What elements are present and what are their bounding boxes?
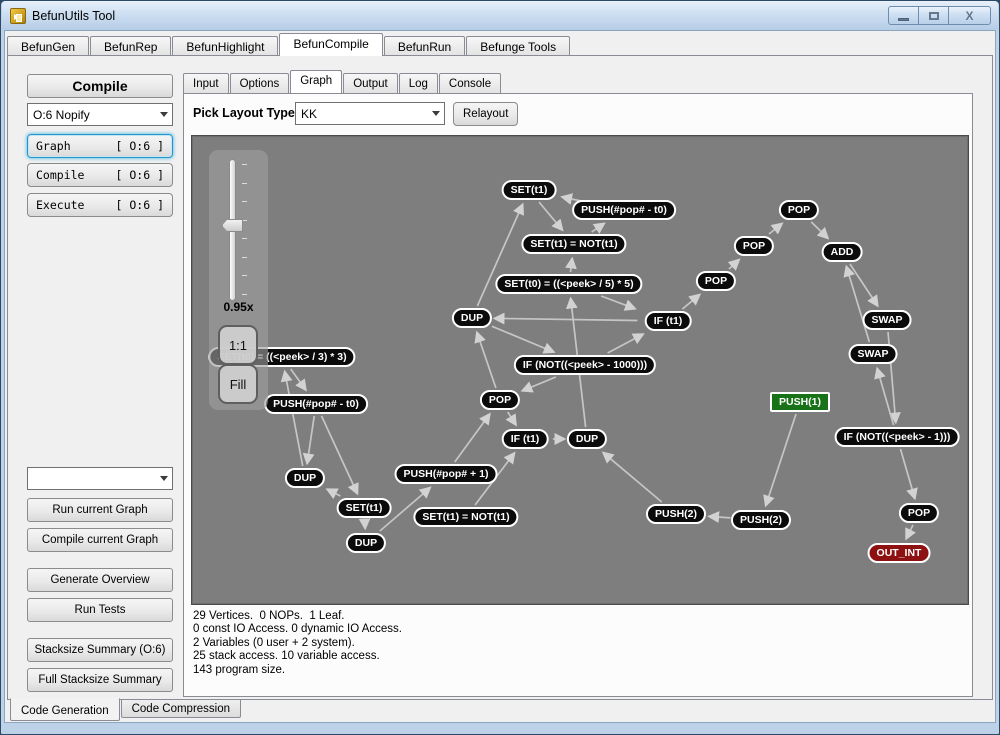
compile-header-button[interactable]: Compile [27, 74, 173, 98]
compile-tab-options[interactable]: Options [230, 73, 290, 93]
graph-canvas[interactable]: 0.95x 1:1 Fill SET(t1) PUSH(#pop# - t0) PO… [191, 135, 969, 605]
graph-node[interactable]: OUT_INT [868, 543, 931, 563]
graph-statistics: 29 Vertices. 0 NOPs. 1 Leaf.0 const IO A… [193, 610, 402, 677]
window-client-area: BefunGenBefunRepBefunHighlightBefunCompi… [4, 30, 996, 723]
main-tab-strip: BefunGenBefunRepBefunHighlightBefunCompi… [7, 33, 993, 56]
bottom-tab-code-generation[interactable]: Code Generation [10, 698, 120, 721]
button-label: Graph [36, 139, 71, 153]
graph-node[interactable]: POP [899, 503, 939, 523]
zoom-fill-button[interactable]: Fill [218, 364, 258, 404]
optimization-dropdown-value: O:6 Nopify [33, 108, 90, 122]
zoom-one-to-one-button[interactable]: 1:1 [218, 325, 258, 365]
titlebar: BefunUtils Tool X [2, 1, 998, 30]
layout-type-dropdown[interactable]: KK [295, 102, 445, 125]
graph-node[interactable]: PUSH(#pop# + 1) [395, 464, 498, 484]
minimize-icon [898, 18, 909, 21]
stat-line: 2 Variables (0 user + 2 system). [193, 637, 402, 650]
close-icon: X [965, 10, 973, 22]
graph-node[interactable]: SET(t0) = ((<peek> / 5) * 5) [495, 274, 642, 294]
graph-node[interactable]: SET(t1) [502, 180, 557, 200]
compile-tab-graph[interactable]: Graph [290, 70, 342, 93]
graph-node[interactable]: PUSH(1) [770, 392, 830, 412]
main-tab-befunrun[interactable]: BefunRun [384, 36, 465, 56]
app-logo-icon [10, 8, 26, 24]
button-label: Compile [36, 168, 84, 182]
stacksize-summary-button[interactable]: Stacksize Summary (O:6) [27, 638, 173, 662]
compile-o6-button[interactable]: Compile [ O:6 ] [27, 163, 173, 187]
zoom-slider-thumb[interactable] [222, 219, 243, 232]
bottom-tab-strip: Code GenerationCode Compression [10, 699, 242, 723]
dropdown-arrow-icon [155, 104, 172, 125]
button-suffix: [ O:6 ] [116, 139, 164, 153]
graph-node[interactable]: POP [779, 200, 819, 220]
graph-node[interactable]: SET(t1) [337, 498, 392, 518]
graph-node[interactable]: IF (t1) [502, 429, 549, 449]
dropdown-arrow-icon [427, 103, 444, 124]
graph-node[interactable]: SET(t1) = NOT(t1) [413, 507, 518, 527]
graph-node[interactable]: SWAP [863, 310, 912, 330]
sidebar: Compile O:6 Nopify Graph [ O:6 ] Compile [ O:… [27, 56, 173, 699]
layout-type-value: KK [301, 107, 317, 121]
dropdown-arrow-icon [155, 468, 172, 489]
zoom-panel: 0.95x 1:1 Fill [209, 150, 268, 410]
full-stacksize-summary-button[interactable]: Full Stacksize Summary [27, 668, 173, 692]
graph-node[interactable]: DUP [346, 533, 386, 553]
main-tab-befunhighlight[interactable]: BefunHighlight [172, 36, 278, 56]
main-tab-befuncompile[interactable]: BefunCompile [279, 33, 382, 56]
button-suffix: [ O:6 ] [116, 198, 164, 212]
close-button[interactable]: X [948, 6, 991, 25]
graph-node[interactable]: DUP [452, 308, 492, 328]
generate-overview-button[interactable]: Generate Overview [27, 568, 173, 592]
compile-tab-output[interactable]: Output [343, 73, 398, 93]
graph-node[interactable]: IF (NOT((<peek> - 1000))) [514, 355, 656, 375]
compile-tab-log[interactable]: Log [399, 73, 438, 93]
stat-line: 29 Vertices. 0 NOPs. 1 Leaf. [193, 610, 402, 623]
graph-node[interactable]: DUP [285, 468, 325, 488]
graph-node[interactable]: ADD [822, 242, 863, 262]
graph-select-dropdown[interactable] [27, 467, 173, 490]
compile-current-graph-button[interactable]: Compile current Graph [27, 528, 173, 552]
compile-tab-console[interactable]: Console [439, 73, 501, 93]
code-generation-page: Compile O:6 Nopify Graph [ O:6 ] Compile [ O:… [7, 55, 993, 700]
pick-layout-type-label: Pick Layout Type [193, 106, 295, 120]
graph-node[interactable]: SET(t1) = NOT(t1) [521, 234, 626, 254]
button-suffix: [ O:6 ] [116, 168, 164, 182]
window-title: BefunUtils Tool [32, 9, 115, 23]
relayout-button[interactable]: Relayout [453, 102, 518, 126]
run-current-graph-button[interactable]: Run current Graph [27, 498, 173, 522]
graph-node[interactable]: IF (t1) [645, 311, 692, 331]
main-tab-befunrep[interactable]: BefunRep [90, 36, 171, 56]
stat-line: 25 stack access. 10 variable access. [193, 650, 402, 663]
graph-node[interactable]: POP [480, 390, 520, 410]
zoom-level-label: 0.95x [209, 300, 268, 314]
maximize-icon [929, 12, 939, 20]
stat-line: 143 program size. [193, 664, 402, 677]
run-tests-button[interactable]: Run Tests [27, 598, 173, 622]
graph-node[interactable]: POP [734, 236, 774, 256]
main-tab-befungen[interactable]: BefunGen [7, 36, 89, 56]
graph-node[interactable]: PUSH(2) [646, 504, 706, 524]
graph-o6-button[interactable]: Graph [ O:6 ] [27, 134, 173, 158]
execute-o6-button[interactable]: Execute [ O:6 ] [27, 193, 173, 217]
graph-node[interactable]: PUSH(#pop# - t0) [572, 200, 676, 220]
button-label: Execute [36, 198, 84, 212]
graph-node[interactable]: PUSH(#pop# - t0) [264, 394, 368, 414]
compile-tab-strip: InputOptionsGraphOutputLogConsole [183, 70, 502, 93]
minimize-button[interactable] [888, 6, 919, 25]
bottom-tab-code-compression[interactable]: Code Compression [121, 699, 241, 718]
graph-node[interactable]: PUSH(2) [731, 510, 791, 530]
graph-node[interactable]: IF (NOT((<peek> - 1))) [835, 427, 960, 447]
main-tab-befunge-tools[interactable]: Befunge Tools [466, 36, 570, 56]
graph-node[interactable]: SWAP [849, 344, 898, 364]
app-window: BefunUtils Tool X BefunGenBefunRepBefunH… [0, 0, 1000, 735]
window-controls: X [889, 6, 991, 25]
graph-node[interactable]: POP [696, 271, 736, 291]
maximize-button[interactable] [918, 6, 949, 25]
graph-node[interactable]: DUP [567, 429, 607, 449]
optimization-dropdown[interactable]: O:6 Nopify [27, 103, 173, 126]
stat-line: 0 const IO Access. 0 dynamic IO Access. [193, 623, 402, 636]
compile-tab-input[interactable]: Input [183, 73, 229, 93]
